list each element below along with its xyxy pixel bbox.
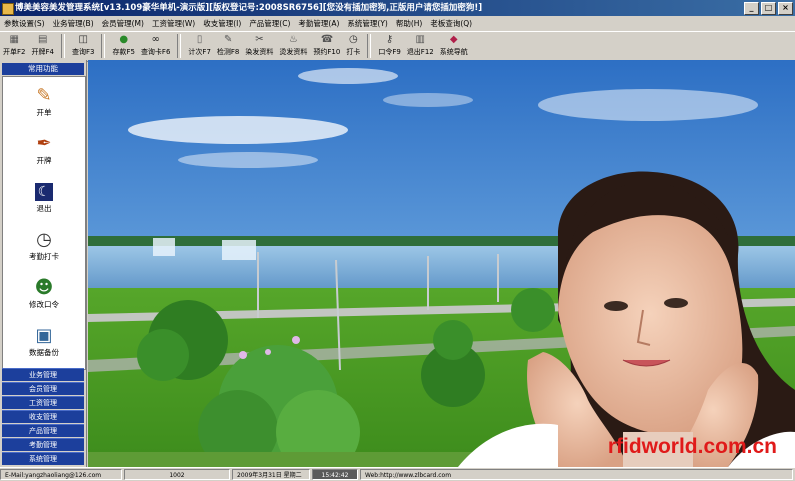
toolbar-button-password[interactable]: ⚷ 口令F9 xyxy=(375,32,403,61)
status-website: Web:http://www.zlbcard.com xyxy=(360,469,793,480)
navigate-icon: ◆ xyxy=(449,34,458,45)
category-finance[interactable]: 收支管理 xyxy=(2,410,84,423)
status-user-code: 1002 xyxy=(124,469,230,480)
users-icon: ☻ xyxy=(34,277,54,298)
toolbar-button-perm-data[interactable]: ♨ 烫发资料 xyxy=(276,32,310,61)
menu-item-wages[interactable]: 工资管理(W) xyxy=(148,16,199,31)
toolbar-separator xyxy=(101,34,106,58)
clock-icon: ◷ xyxy=(36,229,52,250)
maximize-button[interactable]: □ xyxy=(761,2,776,15)
list-icon: ▯ xyxy=(196,34,203,45)
close-button[interactable]: × xyxy=(778,2,793,15)
sidebar-item-open-card[interactable]: ✒ 开牌 xyxy=(3,133,85,167)
sidebar-item-attendance[interactable]: ◷ 考勤打卡 xyxy=(3,229,85,263)
backup-icon: ▣ xyxy=(35,325,53,346)
pen-icon: ✒ xyxy=(36,133,52,154)
menu-item-attendance[interactable]: 考勤管理(A) xyxy=(294,16,343,31)
menu-item-help[interactable]: 帮助(H) xyxy=(392,16,427,31)
status-date: 2009年3月31日 星期二 xyxy=(232,469,310,480)
perm-icon: ♨ xyxy=(288,34,298,45)
menu-item-finance[interactable]: 收支管理(I) xyxy=(199,16,245,31)
detect-icon: ✎ xyxy=(223,34,233,45)
category-products[interactable]: 产品管理 xyxy=(2,424,84,437)
dye-icon: ✂ xyxy=(255,34,264,45)
grid-icon: ▦ xyxy=(9,34,19,45)
watermark-text: rfidworld.com.cn xyxy=(607,435,777,458)
sidebar-item-open-order[interactable]: ✎ 开单 xyxy=(3,85,85,119)
menu-item-settings[interactable]: 参数设置(S) xyxy=(0,16,49,31)
background-picture xyxy=(88,60,795,467)
key-icon: ⚷ xyxy=(385,34,394,45)
toolbar-separator xyxy=(60,34,65,58)
menu-item-products[interactable]: 产品管理(C) xyxy=(245,16,294,31)
status-bar: E-Mail:yangzhaoliang@126.com 1002 2009年3… xyxy=(0,467,795,481)
toolbar-button-open-card[interactable]: ▤ 开牌F4 xyxy=(28,32,56,61)
sidebar-item-backup[interactable]: ▣ 数据备份 xyxy=(3,325,85,359)
status-time: 15:42:42 xyxy=(312,469,358,480)
toolbar-button-open-order[interactable]: ▦ 开单F2 xyxy=(0,32,28,61)
clock-icon: ◷ xyxy=(348,34,358,45)
toolbar: ▦ 开单F2 ▤ 开牌F4 ◫ 查询F3 ● 存款F5 ∞ 查询卡F6 ▯ 计次F7 ✎ 检测… xyxy=(0,31,795,62)
edit-icon: ✎ xyxy=(36,85,52,106)
category-wages[interactable]: 工资管理 xyxy=(2,396,84,409)
toolbar-separator xyxy=(367,34,372,58)
category-system[interactable]: 系统管理 xyxy=(2,452,84,465)
menu-item-system[interactable]: 系统管理(Y) xyxy=(343,16,391,31)
toolbar-button-query[interactable]: ◫ 查询F3 xyxy=(69,32,97,61)
money-icon: ● xyxy=(119,34,129,45)
toolbar-button-detect[interactable]: ✎ 检测F8 xyxy=(214,32,242,61)
category-business[interactable]: 业务管理 xyxy=(2,368,84,381)
toolbar-button-punch-clock[interactable]: ◷ 打卡 xyxy=(343,32,363,61)
title-bar: 博美美容美发管理系统[v13.109豪华单机-演示版][版权登记号:2008SR… xyxy=(0,0,795,16)
common-functions-panel: ✎ 开单 ✒ 开牌 ☾ 退出 ◷ 考勤打卡 ☻ 修改口令 ▣ 数据备份 xyxy=(2,76,86,370)
toolbar-button-dye-data[interactable]: ✂ 染发资料 xyxy=(242,32,276,61)
sidebar-item-change-password[interactable]: ☻ 修改口令 xyxy=(3,277,85,311)
toolbar-button-exit[interactable]: ▥ 退出F12 xyxy=(404,32,437,61)
door-icon: ▥ xyxy=(415,34,425,45)
toolbar-separator xyxy=(177,34,182,58)
category-attendance[interactable]: 考勤管理 xyxy=(2,438,84,451)
menu-bar: 参数设置(S) 业务管理(B) 会员管理(M) 工资管理(W) 收支管理(I) … xyxy=(0,16,795,31)
sidebar: 常用功能 ✎ 开单 ✒ 开牌 ☾ 退出 ◷ 考勤打卡 ☻ 修改口令 ▣ 数据备份… xyxy=(0,60,87,467)
moon-icon: ☾ xyxy=(35,183,53,201)
minimize-button[interactable]: _ xyxy=(744,2,759,15)
toolbar-button-count[interactable]: ▯ 计次F7 xyxy=(185,32,213,61)
menu-item-boss-query[interactable]: 老板查询(Q) xyxy=(426,16,476,31)
status-email: E-Mail:yangzhaoliang@126.com xyxy=(0,469,122,480)
toolbar-button-appointment[interactable]: ☎ 预约F10 xyxy=(310,32,343,61)
query-icon: ◫ xyxy=(78,34,88,45)
toolbar-button-deposit[interactable]: ● 存款F5 xyxy=(109,32,137,61)
sidebar-header: 常用功能 xyxy=(2,63,84,75)
sidebar-item-exit[interactable]: ☾ 退出 xyxy=(3,181,85,215)
appointment-icon: ☎ xyxy=(320,34,334,45)
card-icon: ▤ xyxy=(37,34,48,45)
toolbar-button-navigation[interactable]: ◆ 系统导航 xyxy=(437,32,471,61)
category-members[interactable]: 会员管理 xyxy=(2,382,84,395)
window-title: 博美美容美发管理系统[v13.109豪华单机-演示版][版权登记号:2008SR… xyxy=(15,3,483,13)
toolbar-button-query-card[interactable]: ∞ 查询卡F6 xyxy=(138,32,173,61)
menu-item-members[interactable]: 会员管理(M) xyxy=(98,16,148,31)
app-icon xyxy=(2,3,14,15)
main-area: rfidworld.com.cn xyxy=(88,60,795,467)
binoculars-icon: ∞ xyxy=(151,34,160,45)
menu-item-business[interactable]: 业务管理(B) xyxy=(49,16,98,31)
